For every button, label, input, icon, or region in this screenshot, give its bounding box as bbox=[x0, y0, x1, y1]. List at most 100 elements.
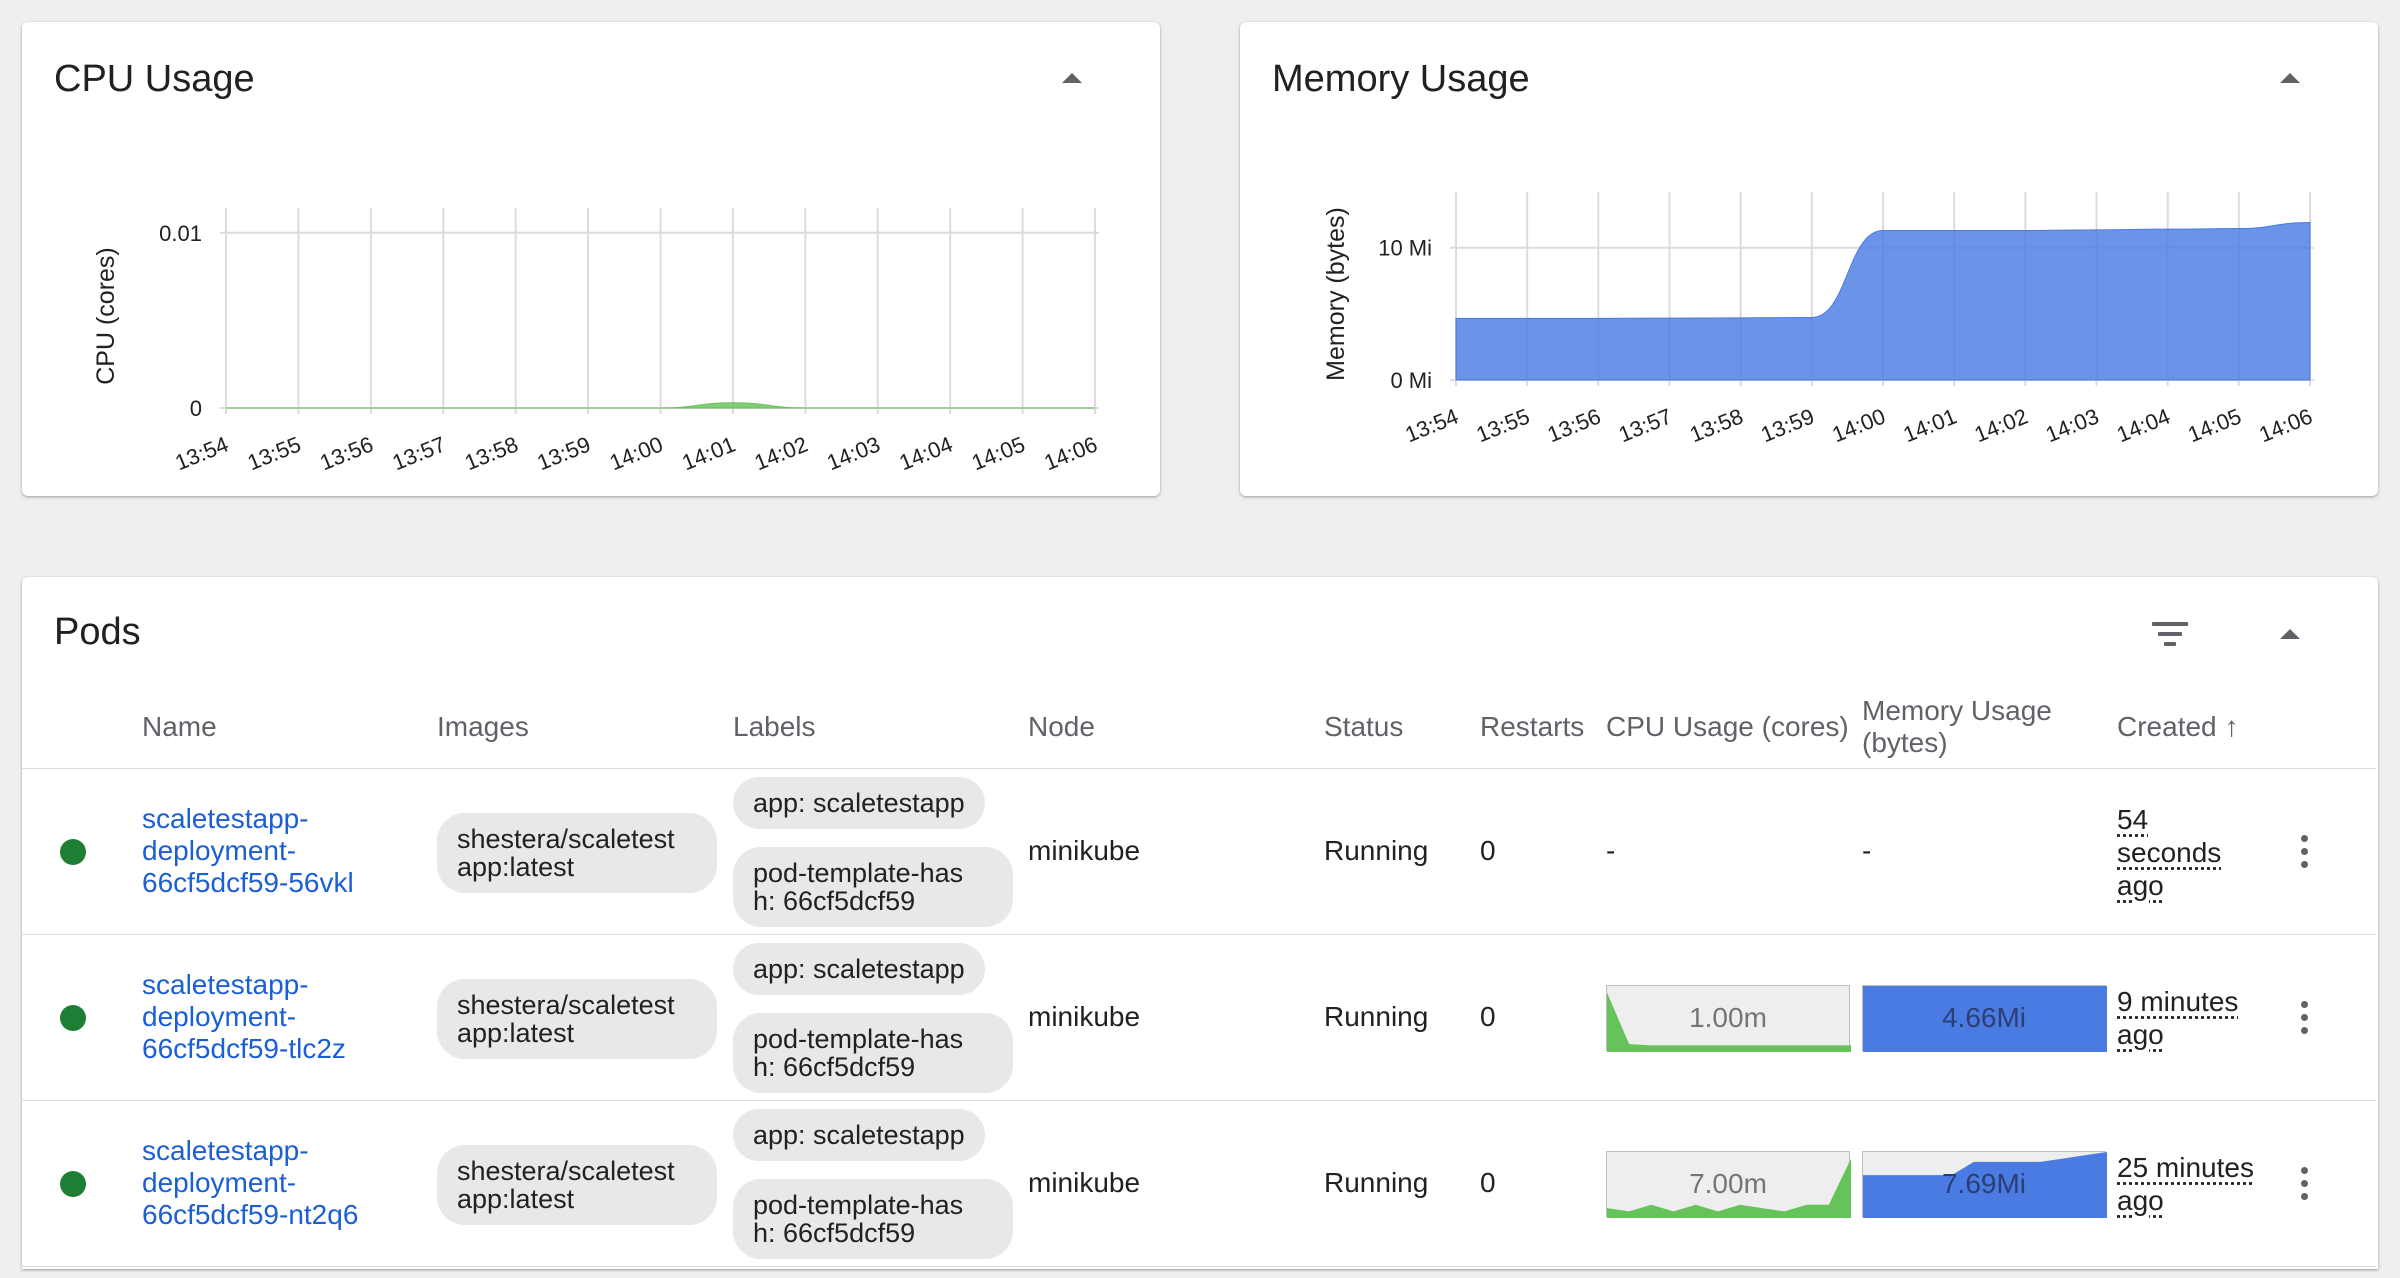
cpu-sparkline-value: 1.00m bbox=[1689, 1002, 1767, 1033]
column-header-created[interactable]: Created ↑ bbox=[2117, 711, 2239, 743]
memory-chart-xtick-label: 13:55 bbox=[1473, 403, 1533, 447]
memory-sparkline-value: 7.69Mi bbox=[1941, 1168, 2027, 1199]
table-row: scaletestapp-deployment- 66cf5dcf59-nt2q6… bbox=[22, 1101, 2376, 1267]
sort-ascending-icon: ↑ bbox=[2224, 711, 2239, 742]
cpu-chart-gridlines bbox=[220, 208, 1099, 414]
label-line: pod-template-has bbox=[753, 858, 964, 888]
memory-usage-card: Memory Usage 10 Mi 0 Mi Memory (bytes) 13:5… bbox=[1240, 22, 2378, 496]
memory-chart-xtick-label: 14:03 bbox=[2042, 403, 2102, 447]
memory-chart-xtick-label: 13:54 bbox=[1401, 403, 1461, 447]
column-header-status[interactable]: Status bbox=[1324, 711, 1403, 743]
restarts-cell: 0 bbox=[1480, 835, 1496, 866]
memory-chart-xtick-label: 13:56 bbox=[1544, 403, 1604, 447]
more-options-button[interactable] bbox=[2284, 989, 2324, 1045]
more-vert-dot bbox=[2300, 1192, 2308, 1200]
cpu-chart-xtick-label: 14:01 bbox=[678, 431, 738, 475]
cpu-sparkline: 7.00m bbox=[1606, 1151, 1851, 1218]
status-running-icon bbox=[60, 1005, 86, 1031]
pods-title: Pods bbox=[54, 611, 141, 653]
status-cell: Running bbox=[1324, 1167, 1429, 1198]
column-header-memory-line1: Memory Usage bbox=[1862, 695, 2052, 726]
image-line: app:latest bbox=[457, 1018, 575, 1048]
memory-chart-xtick-label: 14:01 bbox=[1900, 403, 1960, 447]
image-chip: shestera/scaletest app:latest bbox=[437, 1145, 717, 1225]
cpu-chart-xtick-label: 13:56 bbox=[316, 431, 376, 475]
pod-name-line: 66cf5dcf59-tlc2z bbox=[142, 1033, 346, 1064]
memory-chart-ytick-label: 0 Mi bbox=[1390, 368, 1432, 393]
created-cell: 25 minutes ago bbox=[2117, 1151, 2254, 1217]
cpu-chart-ylabel: CPU (cores) bbox=[92, 247, 120, 385]
memory-sparkline: 4.66Mi bbox=[1862, 985, 2107, 1052]
image-line: app:latest bbox=[457, 1184, 575, 1214]
image-chip: shestera/scaletest app:latest bbox=[437, 813, 717, 893]
memory-chart-xtick-label: 13:58 bbox=[1686, 403, 1746, 447]
filter-button[interactable] bbox=[2140, 604, 2200, 664]
cpu-chart-xtick-label: 13:58 bbox=[461, 431, 521, 475]
column-header-images: Images bbox=[437, 711, 529, 742]
pods-collapse-button[interactable] bbox=[2260, 604, 2320, 664]
chevron-up-icon bbox=[2280, 629, 2300, 639]
image-chip: shestera/scaletest app:latest bbox=[437, 979, 717, 1059]
memory-chart-series-area bbox=[1455, 222, 2311, 381]
created-line: ago bbox=[2117, 1019, 2164, 1050]
node-cell[interactable]: minikube bbox=[1028, 1167, 1140, 1199]
label-line: pod-template-has bbox=[753, 1190, 964, 1220]
pod-name-line: deployment- bbox=[142, 1001, 297, 1032]
cpu-chart-ytick-label: 0.01 bbox=[159, 221, 202, 246]
pod-name-link[interactable]: scaletestapp-deployment- 66cf5dcf59-tlc2z bbox=[142, 969, 346, 1065]
status-cell: Running bbox=[1324, 835, 1429, 866]
column-header-node[interactable]: Node bbox=[1028, 711, 1095, 743]
filter-icon bbox=[2152, 622, 2188, 626]
created-cell: 54 seconds ago bbox=[2117, 803, 2221, 902]
more-options-button[interactable] bbox=[2284, 1155, 2324, 1211]
cpu-sparkline: 1.00m bbox=[1606, 985, 1851, 1052]
column-header-memory[interactable]: Memory Usage (bytes) bbox=[1862, 695, 2052, 759]
created-line: seconds bbox=[2117, 837, 2222, 868]
pod-name-link[interactable]: scaletestapp-deployment- 66cf5dcf59-nt2q6 bbox=[142, 1135, 358, 1231]
label-line: h: 66cf5dcf59 bbox=[753, 1218, 916, 1248]
memory-chart-xtick-label: 13:57 bbox=[1615, 403, 1675, 447]
column-header-cpu[interactable]: CPU Usage (cores) bbox=[1606, 711, 1849, 743]
status-cell: Running bbox=[1324, 1001, 1429, 1032]
cpu-usage-card: CPU Usage 0.01 0 CPU (cores) 13:54 13:55 13:5… bbox=[22, 22, 1160, 496]
cpu-chart-xtick-label: 13:57 bbox=[389, 431, 449, 475]
cpu-chart-xtick-label: 14:05 bbox=[968, 431, 1028, 475]
more-vert-icon bbox=[2300, 834, 2308, 842]
column-header-name[interactable]: Name bbox=[142, 711, 217, 743]
status-running-icon bbox=[60, 1171, 86, 1197]
more-vert-dot bbox=[2300, 860, 2308, 868]
pod-name-line: deployment- bbox=[142, 835, 297, 866]
pod-name-link[interactable]: scaletestapp-deployment- 66cf5dcf59-56vkl bbox=[142, 803, 354, 899]
more-vert-icon bbox=[2300, 1000, 2308, 1008]
more-vert-dot bbox=[2300, 1026, 2308, 1034]
cpu-chart-xtick-label: 14:03 bbox=[823, 431, 883, 475]
column-header-created-label: Created bbox=[2117, 711, 2217, 742]
restarts-cell: 0 bbox=[1480, 1167, 1496, 1198]
memory-chart-xtick-label: 14:00 bbox=[1828, 403, 1888, 447]
image-line: app:latest bbox=[457, 852, 575, 882]
label-chip: pod-template-has h: 66cf5dcf59 bbox=[733, 1179, 1013, 1259]
node-cell[interactable]: minikube bbox=[1028, 1001, 1140, 1033]
row-divider bbox=[22, 1266, 2376, 1267]
pod-name-line: 66cf5dcf59-nt2q6 bbox=[142, 1199, 359, 1230]
image-line: shestera/scaletest bbox=[457, 990, 675, 1020]
cpu-chart-ytick-label: 0 bbox=[190, 396, 202, 421]
table-row: scaletestapp-deployment- 66cf5dcf59-56vkl… bbox=[22, 769, 2376, 935]
pod-name-line: scaletestapp- bbox=[142, 969, 309, 1000]
cpu-chart-xtick-label: 14:02 bbox=[751, 431, 811, 475]
cpu-sparkline-value: 7.00m bbox=[1689, 1168, 1767, 1199]
more-vert-dot bbox=[2300, 1013, 2308, 1021]
restarts-cell: 0 bbox=[1480, 1001, 1496, 1032]
cpu-cell: - bbox=[1606, 835, 1616, 866]
created-line: 25 minutes bbox=[2117, 1152, 2254, 1183]
label-line: h: 66cf5dcf59 bbox=[753, 1052, 916, 1082]
cpu-chart-xtick-label: 14:06 bbox=[1040, 431, 1100, 475]
node-cell[interactable]: minikube bbox=[1028, 835, 1140, 867]
more-options-button[interactable] bbox=[2284, 823, 2324, 879]
memory-chart-xtick-label: 14:06 bbox=[2255, 403, 2315, 447]
cpu-chart-xtick-label: 13:59 bbox=[534, 431, 594, 475]
label-chip: app: scaletestapp bbox=[733, 943, 985, 995]
column-header-restarts[interactable]: Restarts bbox=[1480, 711, 1584, 743]
memory-chart-xtick-label: 13:59 bbox=[1757, 403, 1817, 447]
column-header-labels: Labels bbox=[733, 711, 816, 742]
